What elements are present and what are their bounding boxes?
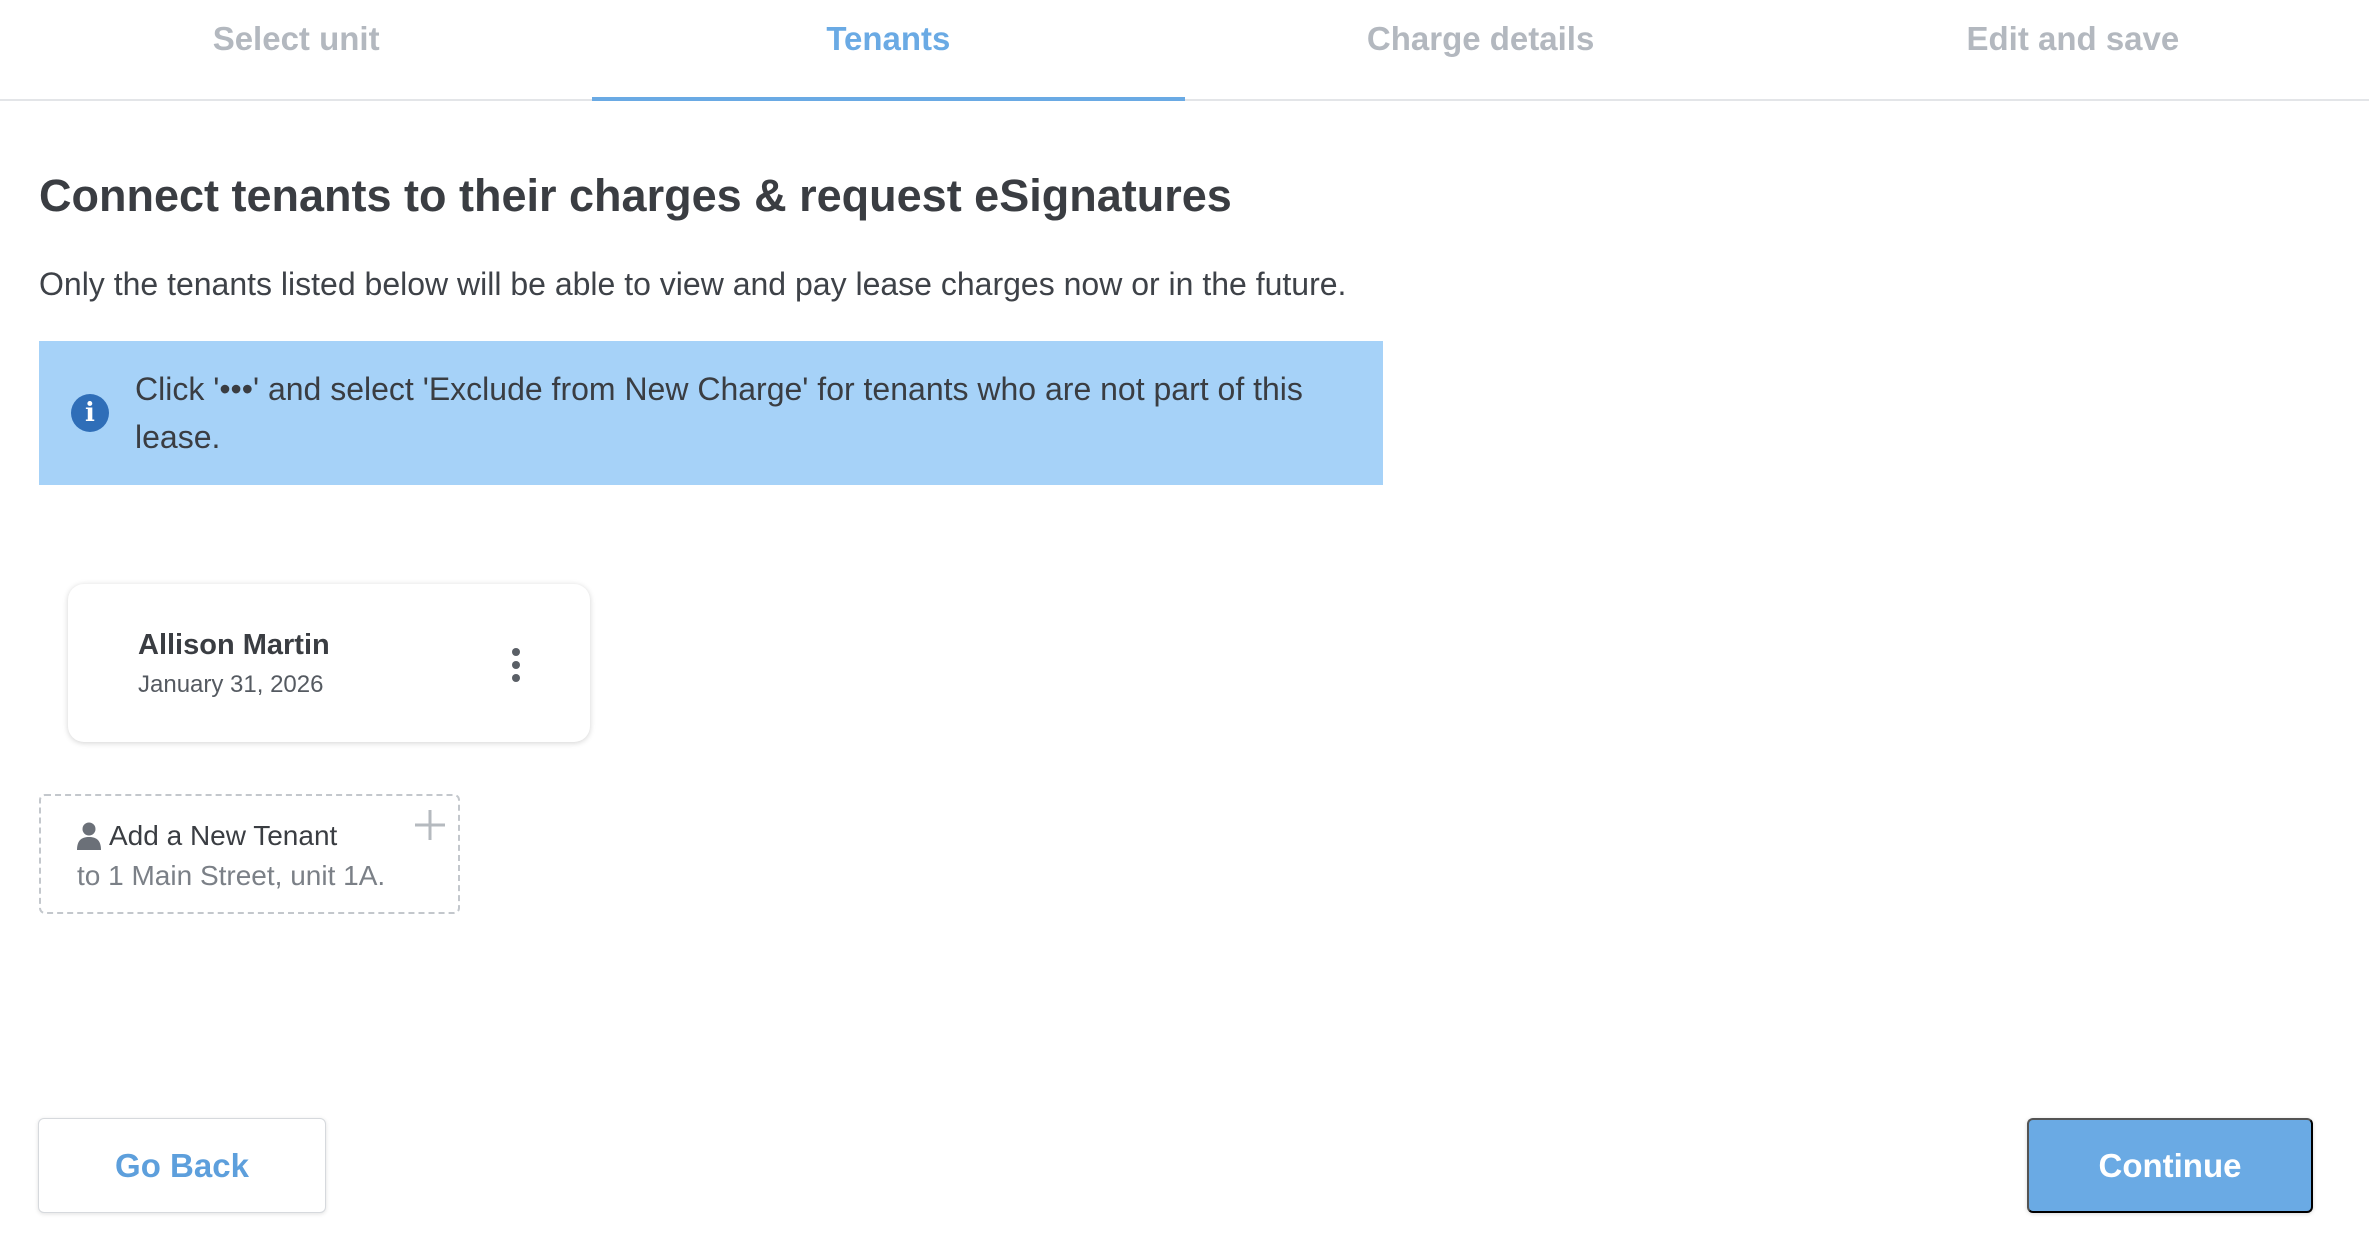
go-back-button[interactable]: Go Back — [38, 1118, 326, 1213]
info-banner: i Click '•••' and select 'Exclude from N… — [39, 341, 1383, 485]
stepper-nav: Select unit Tenants Charge details Edit … — [0, 0, 2369, 101]
info-icon: i — [71, 394, 109, 432]
more-vertical-icon[interactable] — [500, 645, 532, 685]
tenant-date: January 31, 2026 — [138, 671, 324, 698]
add-tenant-button[interactable]: Add a New Tenant to 1 Main Street, unit … — [39, 794, 460, 914]
step-tenants[interactable]: Tenants — [592, 0, 1185, 101]
info-banner-text: Click '•••' and select 'Exclude from New… — [135, 371, 1303, 455]
step-select-unit[interactable]: Select unit — [0, 0, 592, 99]
add-tenant-subtitle: to 1 Main Street, unit 1A. — [77, 860, 386, 891]
continue-button[interactable]: Continue — [2027, 1118, 2313, 1213]
step-charge-details[interactable]: Charge details — [1185, 0, 1777, 99]
page-subtitle: Only the tenants listed below will be ab… — [39, 266, 1347, 302]
step-edit-and-save[interactable]: Edit and save — [1777, 0, 2369, 99]
more-dot — [512, 661, 520, 669]
plus-icon — [415, 810, 445, 840]
add-tenant-title: Add a New Tenant — [109, 820, 338, 851]
page-title: Connect tenants to their charges & reque… — [39, 170, 1232, 221]
person-icon — [77, 822, 101, 850]
more-dot — [512, 648, 520, 656]
more-dot — [512, 674, 520, 682]
tenant-name: Allison Martin — [138, 629, 330, 661]
